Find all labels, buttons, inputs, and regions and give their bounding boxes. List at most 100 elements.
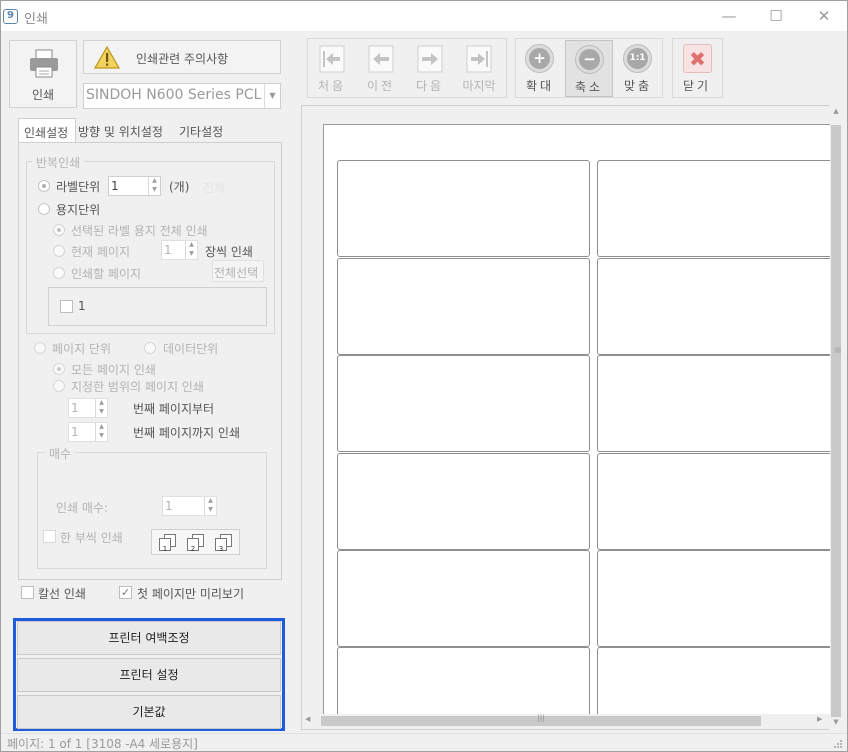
page-unit-radio[interactable] (34, 342, 46, 354)
scroll-down-icon[interactable]: ▼ (830, 718, 842, 726)
copies-value: 1 (165, 499, 173, 513)
label-count-spinner[interactable]: ▲ ▼ (148, 177, 160, 195)
cut-line-checkbox[interactable] (21, 586, 34, 599)
range-from-spinner[interactable]: ▲ ▼ (95, 399, 107, 417)
select-all-button[interactable]: 전체선택 (212, 260, 264, 282)
next-page-label: 다음 (415, 79, 445, 93)
close-icon: ✖ (683, 44, 712, 73)
range-to-stepper[interactable]: 1 ▲ ▼ (68, 422, 108, 442)
fit-button[interactable]: 1:1 맞춤 (614, 40, 662, 97)
next-page-icon (417, 45, 443, 73)
tab-print-settings[interactable]: 인쇄설정 (18, 118, 76, 143)
scroll-right-icon[interactable]: ▶ (817, 715, 822, 723)
prev-page-button[interactable]: 이전 (357, 40, 405, 97)
prev-page-label: 이전 (366, 79, 396, 93)
vertical-scrollbar[interactable]: ▲ ||| ▼ (830, 105, 842, 730)
faded-text: 전체 (203, 181, 226, 195)
sheet-unit-label: 용지단위 (56, 203, 101, 217)
collate-page-3-icon: 3 (215, 534, 232, 553)
all-pages-radio[interactable] (53, 363, 65, 375)
preview-area (301, 105, 842, 730)
label-cell (337, 453, 590, 550)
all-pages-label: 모든 페이지 인쇄 (71, 363, 156, 377)
current-page-label: 현재 페이지 (71, 245, 131, 259)
copies-stepper[interactable]: 1 ▲ ▼ (162, 496, 217, 516)
maximize-button[interactable]: ☐ (756, 3, 796, 29)
range-pages-label: 지정한 범위의 페이지 인쇄 (71, 380, 204, 394)
label-cell (337, 355, 590, 452)
label-count-stepper[interactable]: 1 ▲ ▼ (108, 176, 161, 196)
pages-to-print-label: 인쇄할 페이지 (71, 267, 142, 281)
label-cell (337, 160, 590, 257)
range-from-value: 1 (71, 401, 79, 415)
all-selected-label: 선택된 라벨 용지 전체 인쇄 (71, 224, 208, 238)
tab-orientation[interactable]: 방향 및 위치설정 (78, 123, 163, 140)
current-page-spinner[interactable]: ▲ ▼ (185, 241, 197, 259)
range-from-stepper[interactable]: 1 ▲ ▼ (68, 398, 108, 418)
window-title: 인쇄 (24, 12, 48, 27)
copies-spinner[interactable]: ▲ ▼ (204, 497, 216, 515)
collate-page-2-icon: 2 (187, 534, 204, 553)
label-unit-radio[interactable] (38, 180, 50, 192)
zoom-in-icon: + (525, 44, 554, 73)
status-bar: 페이지: 1 of 1 [3108 -A4 세로용지] (1, 733, 847, 751)
page-unit-label: 페이지 단위 (52, 342, 112, 356)
data-unit-radio[interactable] (144, 342, 156, 354)
zoom-in-button[interactable]: + 확대 (516, 40, 564, 97)
copies-count-label: 인쇄 매수: (56, 501, 109, 515)
data-unit-label: 데이터단위 (163, 342, 219, 356)
first-page-icon (319, 45, 345, 73)
prev-page-icon (368, 45, 394, 73)
first-page-button[interactable]: 처음 (308, 40, 356, 97)
print-button[interactable]: 인쇄 (9, 40, 77, 108)
close-preview-button[interactable]: ✖ 닫기 (673, 40, 721, 97)
pages-to-print-radio[interactable] (53, 267, 65, 279)
repeat-print-legend: 반복인쇄 (32, 154, 85, 171)
label-unit-label: 라벨단위 (56, 180, 101, 194)
printer-settings-button[interactable]: 프린터 설정 (17, 658, 281, 692)
collate-page-1-icon: 1 (159, 534, 176, 553)
last-page-icon (466, 45, 492, 73)
minimize-button[interactable]: — (709, 3, 749, 29)
label-cell (337, 258, 590, 355)
zoom-out-button[interactable]: − 축소 (565, 40, 613, 97)
tab-other-settings[interactable]: 기타설정 (179, 123, 223, 140)
copies-legend: 매수 (45, 445, 76, 462)
next-page-button[interactable]: 다음 (406, 40, 454, 97)
resize-grip-icon[interactable] (833, 738, 843, 748)
horizontal-scroll-thumb[interactable]: ||| (321, 714, 761, 726)
vertical-scroll-thumb[interactable]: ||| (831, 125, 841, 717)
first-page-only-label: 첫 페이지만 미리보기 (137, 587, 244, 601)
last-page-button[interactable]: 마지막 (455, 40, 503, 97)
horizontal-scrollbar[interactable]: ◀ ||| ▶ (302, 714, 830, 729)
range-to-spinner[interactable]: ▲ ▼ (95, 423, 107, 441)
printer-select-value: SINDOH N600 Series PCL (86, 87, 262, 103)
sheet-unit-radio[interactable] (38, 203, 50, 215)
printer-select[interactable]: SINDOH N600 Series PCL ▼ (83, 83, 281, 109)
collate-preview: 1 2 3 (151, 529, 240, 555)
warning-icon (94, 46, 120, 69)
first-page-only-checkbox[interactable]: ✓ (119, 586, 132, 599)
current-page-stepper[interactable]: 1 ▲ ▼ (161, 240, 198, 260)
first-page-label: 처음 (317, 79, 347, 93)
range-pages-radio[interactable] (53, 380, 65, 392)
collate-checkbox[interactable] (43, 530, 56, 543)
close-window-button[interactable]: ✕ (804, 3, 844, 29)
margin-adjust-button[interactable]: 프린터 여백조정 (17, 621, 281, 655)
collate-label: 한 부씩 인쇄 (60, 531, 123, 545)
print-notice-button[interactable]: 인쇄관련 주의사항 (83, 40, 281, 74)
current-page-radio[interactable] (53, 245, 65, 257)
default-button[interactable]: 기본값 (17, 695, 281, 729)
page-list: 1 (48, 287, 267, 326)
label-cell (337, 550, 590, 647)
scroll-up-icon[interactable]: ▲ (830, 107, 842, 115)
print-notice-label: 인쇄관련 주의사항 (136, 52, 229, 66)
all-selected-radio[interactable] (53, 224, 65, 236)
page-item-label: 1 (78, 299, 86, 313)
preview-page (323, 124, 841, 729)
current-page-value: 1 (164, 243, 172, 257)
scroll-left-icon[interactable]: ◀ (305, 715, 310, 723)
chevron-down-icon: ▼ (264, 84, 280, 108)
page-checkbox[interactable] (60, 300, 73, 313)
status-text: 페이지: 1 of 1 [3108 -A4 세로용지] (7, 737, 198, 751)
